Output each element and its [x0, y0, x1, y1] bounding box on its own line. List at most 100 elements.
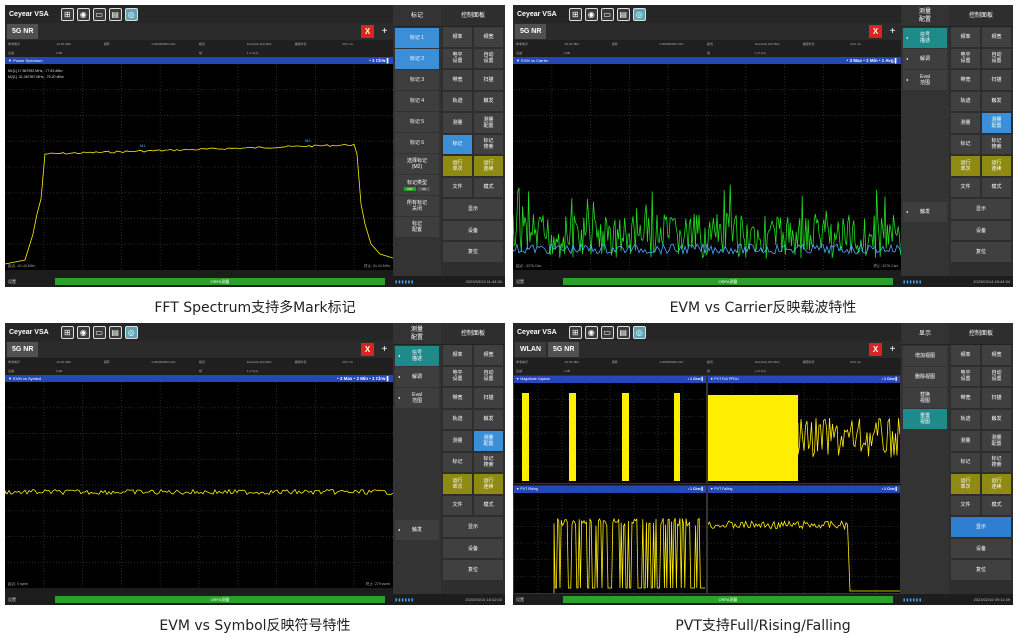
windows-icon[interactable]: ⊞ [60, 7, 74, 21]
device-button[interactable]: 设备 [443, 538, 503, 558]
signal-desc-button[interactable]: ◂ 信号 描述 [395, 346, 439, 366]
marker-4-button[interactable]: 标记 4 [395, 91, 439, 111]
meas-config-button[interactable]: 测量 配置 [474, 113, 503, 133]
camera-icon[interactable]: ◎ [632, 325, 646, 339]
trigger-button[interactable]: 触发 [474, 409, 503, 429]
folder-icon[interactable]: ▭ [600, 325, 614, 339]
reset-button[interactable]: 复位 [443, 560, 503, 580]
span-button[interactable]: 频宽 [982, 27, 1011, 47]
status-setup[interactable]: 设置 [8, 596, 48, 603]
run-continuous-button[interactable]: 运行 连续 [982, 474, 1011, 494]
bulb-icon[interactable]: ◉ [584, 7, 598, 21]
marker-button[interactable]: 标记 [443, 134, 472, 154]
bandwidth-button[interactable]: 带宽 [443, 70, 472, 90]
trace-button[interactable]: 轨迹 [443, 409, 472, 429]
folder-icon[interactable]: ▭ [600, 7, 614, 21]
level-setup-button[interactable]: 电平 设置 [443, 366, 472, 386]
trace-button[interactable]: 轨迹 [951, 409, 980, 429]
marker-6-button[interactable]: 标记 6 [395, 133, 439, 153]
run-single-button[interactable]: 运行 单次 [951, 156, 980, 176]
marker-2-button[interactable]: 标记 2 [395, 49, 439, 69]
trigger-button[interactable]: ◂ 触发 [903, 202, 947, 222]
file-button[interactable]: 文件 [951, 495, 980, 515]
view-magnitude-capture[interactable]: ▼ Magnitude Capture • 1 Clrw ▌ [513, 375, 707, 484]
trigger-button[interactable]: ◂ 触发 [395, 520, 439, 540]
reset-button[interactable]: 复位 [951, 560, 1011, 580]
bulb-icon[interactable]: ◉ [584, 325, 598, 339]
status-setup[interactable]: 设置 [8, 278, 48, 285]
run-continuous-button[interactable]: 运行 连续 [982, 156, 1011, 176]
trigger-button[interactable]: 触发 [474, 91, 503, 111]
save-icon[interactable]: ▤ [616, 325, 630, 339]
auto-setup-button[interactable]: 自动 设置 [474, 48, 503, 68]
freq-button[interactable]: 频率 [951, 345, 980, 365]
measure-button[interactable]: 测量 [951, 431, 980, 451]
run-single-button[interactable]: 运行 单次 [951, 474, 980, 494]
save-icon[interactable]: ▤ [108, 7, 122, 21]
close-icon[interactable]: X [869, 343, 882, 356]
view-pvt-full[interactable]: ▼ PVT Full PPDU • 1 Clrw ▌ [707, 375, 901, 484]
sweep-button[interactable]: 扫描 [474, 388, 503, 408]
spectrum-plot[interactable]: M1 M2 M1[1] 17.867952 MHz, -77.63 dBm M2[… [5, 64, 393, 270]
eval-range-button[interactable]: ◂ Eval 范围 [395, 388, 439, 408]
auto-setup-button[interactable]: 自动 设置 [982, 48, 1011, 68]
meas-config-button[interactable]: 测量 配置 [474, 431, 503, 451]
trace-button[interactable]: 轨迹 [951, 91, 980, 111]
tab-5g-nr[interactable]: 5G NR [548, 342, 580, 357]
measure-button[interactable]: 测量 [443, 431, 472, 451]
sweep-button[interactable]: 扫描 [982, 70, 1011, 90]
span-button[interactable]: 频宽 [982, 345, 1011, 365]
level-setup-button[interactable]: 电平 设置 [951, 48, 980, 68]
windows-icon[interactable]: ⊞ [568, 7, 582, 21]
select-marker-button[interactable]: 选择标记 (M2) [395, 154, 439, 174]
folder-icon[interactable]: ▭ [92, 7, 106, 21]
demod-button[interactable]: ◂ 解调 [395, 367, 439, 387]
device-button[interactable]: 设备 [951, 538, 1011, 558]
meas-config-button[interactable]: 测量 配置 [982, 431, 1011, 451]
marker-button[interactable]: 标记 [951, 452, 980, 472]
display-button[interactable]: 显示 [951, 517, 1011, 537]
display-button[interactable]: 显示 [951, 199, 1011, 219]
span-button[interactable]: 频宽 [474, 27, 503, 47]
marker-search-button[interactable]: 标记 搜索 [982, 134, 1011, 154]
tab-5g-nr[interactable]: 5G NR [515, 24, 547, 39]
file-button[interactable]: 文件 [443, 495, 472, 515]
mode-button[interactable]: 模式 [474, 177, 503, 197]
bulb-icon[interactable]: ◉ [76, 7, 90, 21]
measure-button[interactable]: 测量 [443, 113, 472, 133]
all-markers-off-button[interactable]: 所有标记 关闭 [395, 196, 439, 216]
run-single-button[interactable]: 运行 单次 [443, 156, 472, 176]
view-pvt-falling[interactable]: ▼ PVT Falling • 1 Clrw ▌ [707, 485, 901, 594]
bandwidth-button[interactable]: 带宽 [951, 388, 980, 408]
freq-button[interactable]: 频率 [443, 345, 472, 365]
folder-icon[interactable]: ▭ [92, 325, 106, 339]
eval-range-button[interactable]: ◂ Eval 范围 [903, 70, 947, 90]
marker-search-button[interactable]: 标记 搜索 [474, 452, 503, 472]
trace-button[interactable]: 轨迹 [443, 91, 472, 111]
run-continuous-button[interactable]: 运行 连续 [474, 156, 503, 176]
sweep-button[interactable]: 扫描 [474, 70, 503, 90]
view-pvt-rising[interactable]: ▼ PVT Rising • 1 Clrw ▌ [513, 485, 707, 594]
meas-config-button[interactable]: 测量 配置 [982, 113, 1011, 133]
run-single-button[interactable]: 运行 单次 [443, 474, 472, 494]
marker-button[interactable]: 标记 [951, 134, 980, 154]
save-icon[interactable]: ▤ [616, 7, 630, 21]
level-setup-button[interactable]: 电平 设置 [443, 48, 472, 68]
trigger-button[interactable]: 触发 [982, 409, 1011, 429]
marker-button[interactable]: 标记 [443, 452, 472, 472]
auto-setup-button[interactable]: 自动 设置 [982, 366, 1011, 386]
add-view-button[interactable]: 增加视图 [903, 346, 947, 366]
file-button[interactable]: 文件 [443, 177, 472, 197]
trigger-button[interactable]: 触发 [982, 91, 1011, 111]
close-icon[interactable]: X [869, 25, 882, 38]
delete-view-button[interactable]: 删除视图 [903, 367, 947, 387]
measure-button[interactable]: 测量 [951, 113, 980, 133]
run-continuous-button[interactable]: 运行 连续 [474, 474, 503, 494]
save-icon[interactable]: ▤ [108, 325, 122, 339]
tab-5g-nr[interactable]: 5G NR [7, 24, 39, 39]
display-button[interactable]: 显示 [443, 199, 503, 219]
evm-symbol-plot[interactable]: 起点: 0 symb 终止: 279 symb [5, 382, 393, 588]
add-icon[interactable]: + [886, 25, 899, 38]
add-icon[interactable]: + [886, 343, 899, 356]
mode-button[interactable]: 模式 [982, 495, 1011, 515]
